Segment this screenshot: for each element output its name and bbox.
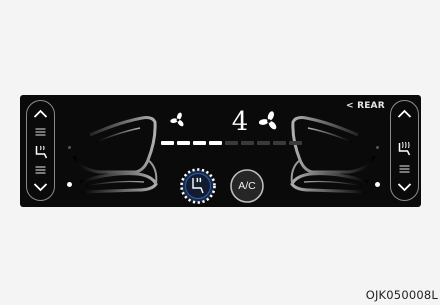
fan-speed-readout: 4 <box>231 107 249 137</box>
menu-icon <box>399 165 410 173</box>
left-indicator-dot <box>68 146 71 149</box>
right-seat-control-strip <box>390 100 419 201</box>
right-seat-illustration <box>290 116 376 194</box>
chevron-up-icon[interactable] <box>27 108 54 120</box>
fan-level-bar <box>273 141 286 145</box>
fan-low-icon[interactable] <box>170 112 186 128</box>
climate-control-panel: 4 < REAR A/C <box>20 95 421 207</box>
fan-level-bar <box>177 141 190 145</box>
fan-level-bar <box>209 141 222 145</box>
fan-high-icon[interactable] <box>259 111 279 131</box>
right-indicator-dot <box>375 182 380 187</box>
rear-button[interactable]: < REAR <box>346 101 385 111</box>
menu-icon <box>35 166 46 174</box>
fan-level-bars <box>161 141 302 146</box>
right-indicator-dot <box>376 146 379 149</box>
heated-steering-icon[interactable] <box>391 139 418 157</box>
fan-level-bar <box>241 141 254 145</box>
left-indicator-dot <box>67 182 72 187</box>
left-seat-control-strip <box>26 100 55 201</box>
figure-code: OJK050008L <box>365 288 438 302</box>
fan-level-bar <box>257 141 270 145</box>
chevron-down-icon[interactable] <box>27 181 54 193</box>
chevron-down-icon[interactable] <box>391 181 418 193</box>
fan-level-bar <box>193 141 206 145</box>
chevron-up-icon[interactable] <box>391 108 418 120</box>
fan-level-bar <box>289 141 302 145</box>
left-seat-illustration <box>72 116 158 194</box>
ac-label: A/C <box>238 180 256 192</box>
menu-icon <box>35 128 46 136</box>
ac-button[interactable]: A/C <box>229 168 265 204</box>
fan-level-bar <box>161 141 174 145</box>
fan-level-bar <box>225 141 238 145</box>
seat-ventilation-button[interactable] <box>179 167 217 205</box>
heated-seat-icon[interactable] <box>27 144 54 160</box>
